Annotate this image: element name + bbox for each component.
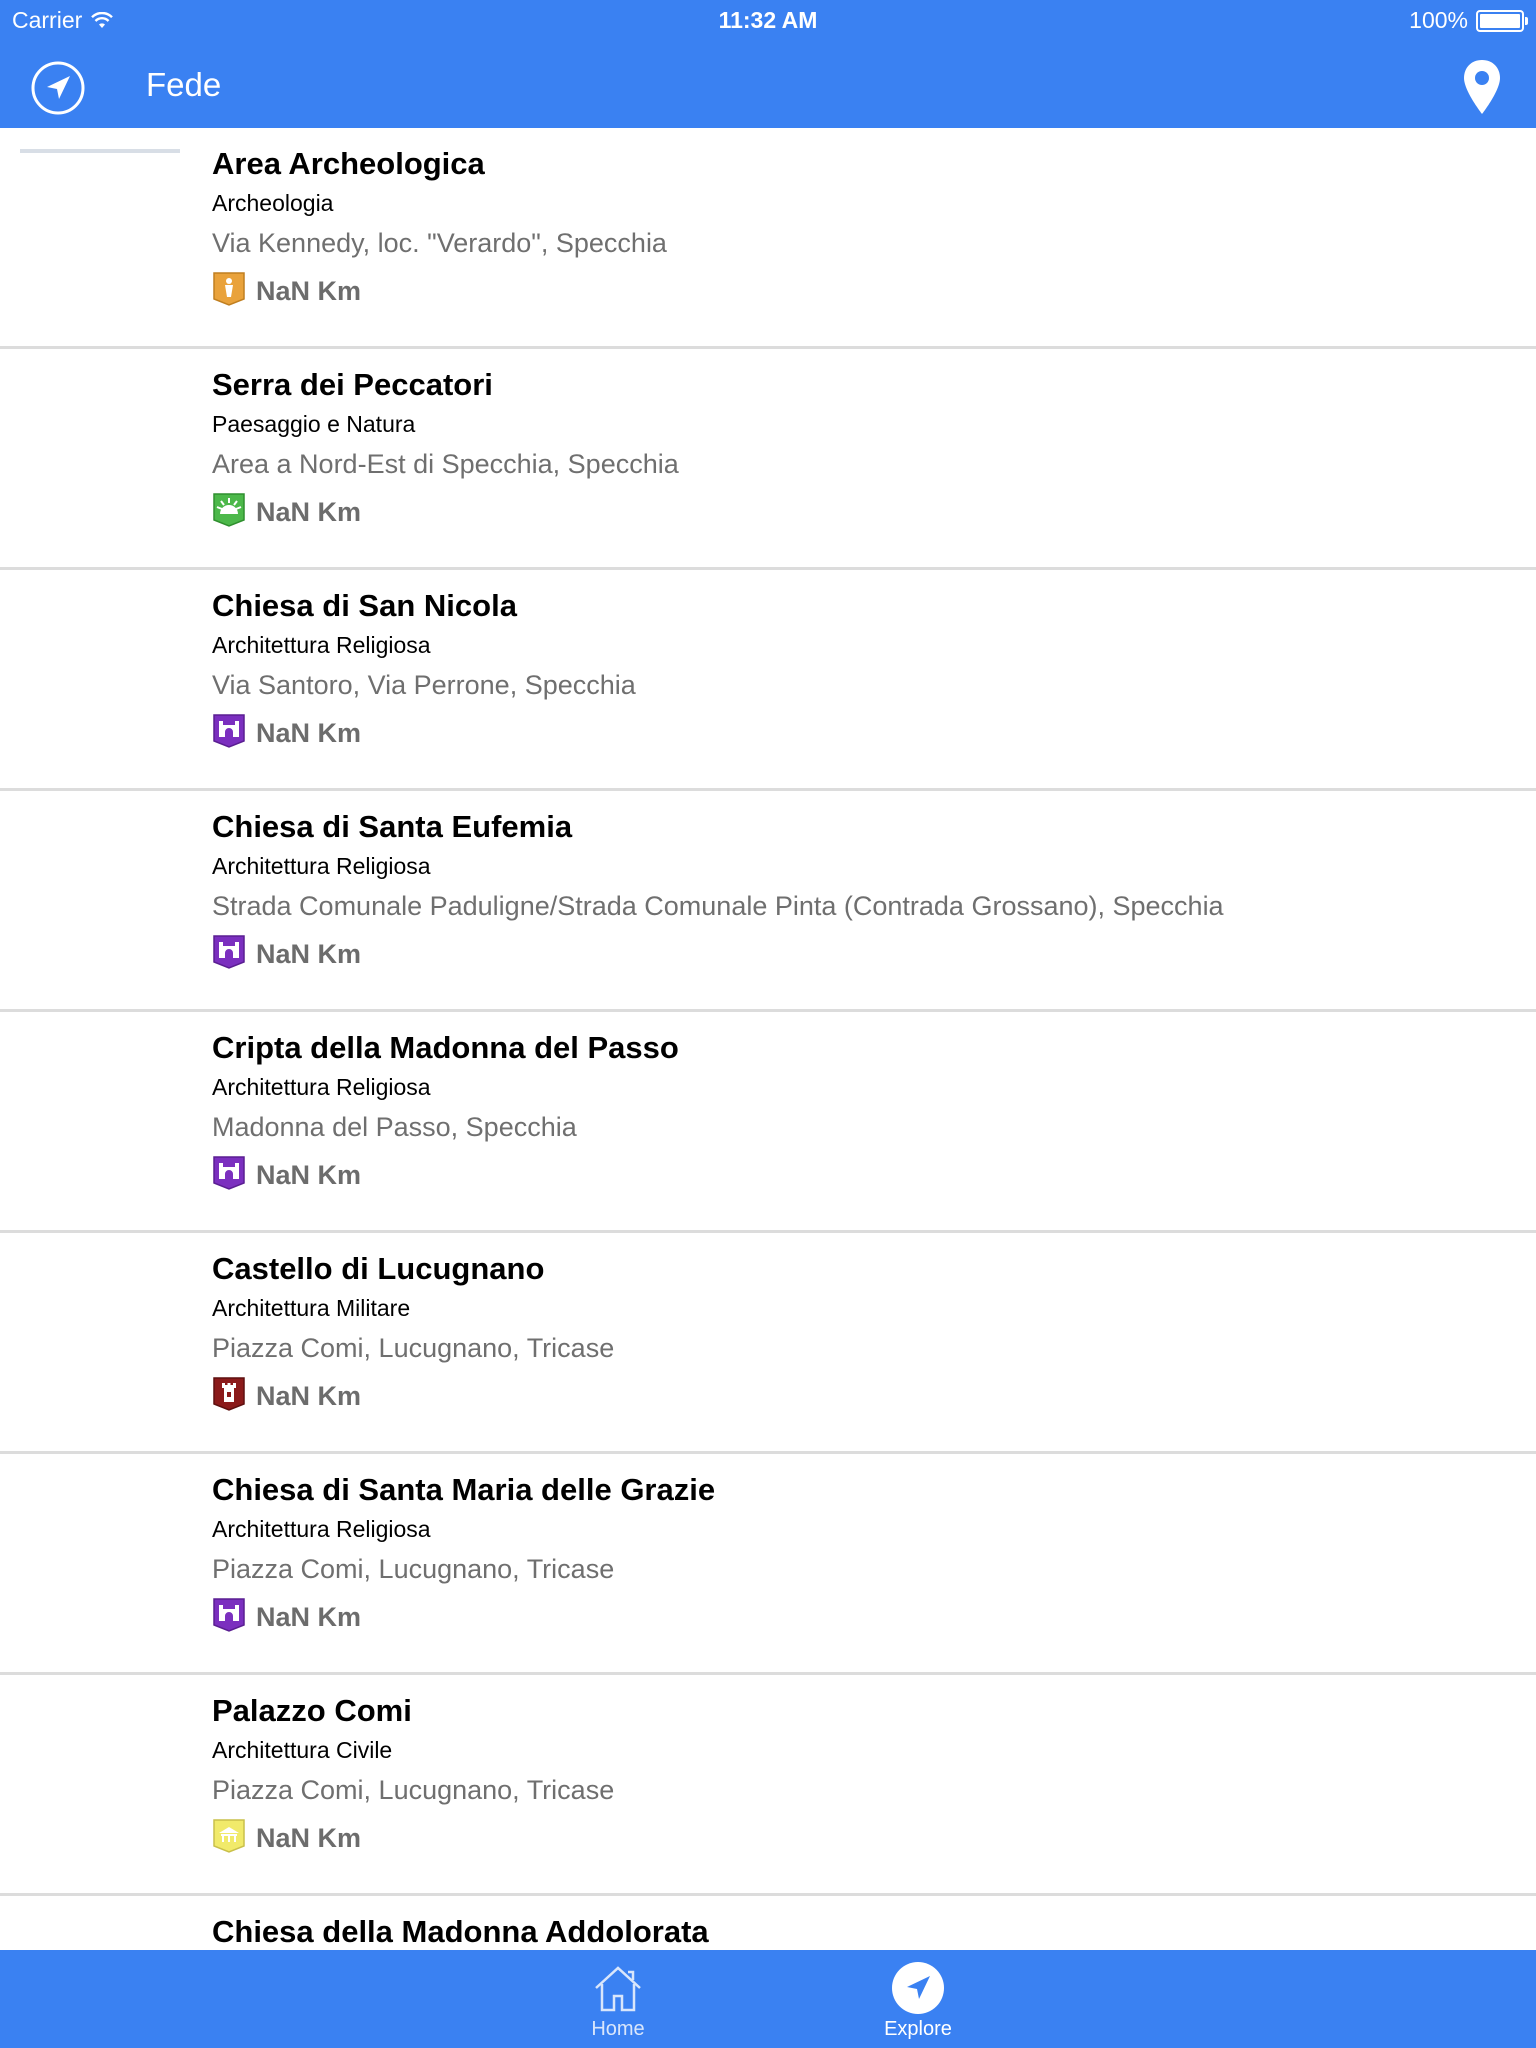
tab-home[interactable]: Home bbox=[558, 1950, 678, 2048]
explore-icon bbox=[892, 1962, 944, 2014]
place-title: Chiesa della Madonna Addolorata bbox=[212, 1914, 709, 1949]
civil-icon bbox=[213, 1818, 245, 1853]
list-item[interactable]: Chiesa di Santa Maria delle Grazie Archi… bbox=[0, 1454, 1536, 1675]
tab-bar: Home Explore bbox=[0, 1950, 1536, 2048]
place-category: Architettura Religiosa bbox=[212, 632, 431, 658]
place-address: Madonna del Passo, Specchia bbox=[212, 1112, 577, 1142]
distance-row: NaN Km bbox=[212, 1154, 361, 1191]
list-item[interactable]: Area Archeologica Archeologia Via Kenned… bbox=[0, 128, 1536, 349]
place-address: Piazza Comi, Lucugnano, Tricase bbox=[212, 1554, 615, 1584]
religious-icon bbox=[213, 1597, 245, 1632]
religious-icon bbox=[213, 1155, 245, 1190]
home-icon bbox=[595, 1966, 641, 2012]
tab-explore[interactable]: Explore bbox=[858, 1950, 978, 2048]
place-title: Castello di Lucugnano bbox=[212, 1251, 545, 1286]
place-address: Piazza Comi, Lucugnano, Tricase bbox=[212, 1775, 615, 1805]
top-bar: Carrier 11:32 AM 100% Fede bbox=[0, 0, 1536, 128]
tab-explore-label: Explore bbox=[884, 2018, 952, 2040]
distance-row: NaN Km bbox=[212, 1375, 361, 1412]
religious-icon bbox=[213, 934, 245, 969]
distance-label: NaN Km bbox=[256, 1602, 362, 1632]
list-item[interactable]: Castello di Lucugnano Architettura Milit… bbox=[0, 1233, 1536, 1454]
place-address: Via Kennedy, loc. "Verardo", Specchia bbox=[212, 228, 667, 258]
place-title: Chiesa di Santa Maria delle Grazie bbox=[212, 1472, 716, 1507]
battery-indicator: 100% bbox=[1409, 7, 1528, 34]
list-item[interactable]: Palazzo Comi Architettura Civile Piazza … bbox=[0, 1675, 1536, 1896]
distance-row: NaN Km bbox=[212, 1596, 361, 1633]
list-item[interactable]: Serra dei Peccatori Paesaggio e Natura A… bbox=[0, 349, 1536, 570]
place-address: Strada Comunale Paduligne/Strada Comunal… bbox=[212, 891, 1224, 921]
place-address: Via Santoro, Via Perrone, Specchia bbox=[212, 670, 636, 700]
archeology-icon bbox=[213, 271, 245, 306]
place-address: Area a Nord-Est di Specchia, Specchia bbox=[212, 449, 679, 479]
distance-label: NaN Km bbox=[256, 1160, 362, 1190]
battery-percent: 100% bbox=[1409, 7, 1468, 33]
nature-icon bbox=[213, 492, 245, 527]
place-category: Architettura Religiosa bbox=[212, 1516, 431, 1542]
place-title: Area Archeologica bbox=[212, 146, 485, 181]
distance-label: NaN Km bbox=[256, 718, 362, 748]
list-item[interactable]: Chiesa della Madonna Addolorata bbox=[0, 1896, 1536, 1950]
navigate-icon[interactable] bbox=[30, 60, 86, 116]
distance-label: NaN Km bbox=[256, 497, 362, 527]
place-category: Archeologia bbox=[212, 190, 334, 216]
place-title: Chiesa di Santa Eufemia bbox=[212, 809, 573, 844]
clock: 11:32 AM bbox=[718, 7, 818, 33]
distance-row: NaN Km bbox=[212, 270, 361, 307]
distance-row: NaN Km bbox=[212, 1817, 361, 1854]
place-category: Architettura Religiosa bbox=[212, 1074, 431, 1100]
castle-icon bbox=[213, 1376, 245, 1411]
places-list[interactable]: Area Archeologica Archeologia Via Kenned… bbox=[0, 128, 1536, 1950]
distance-label: NaN Km bbox=[256, 1823, 362, 1853]
list-item[interactable]: Cripta della Madonna del Passo Architett… bbox=[0, 1012, 1536, 1233]
status-bar: Carrier 11:32 AM 100% bbox=[0, 0, 1536, 40]
distance-label: NaN Km bbox=[256, 939, 362, 969]
page-title: Fede bbox=[146, 66, 222, 103]
place-category: Paesaggio e Natura bbox=[212, 411, 416, 437]
place-address: Piazza Comi, Lucugnano, Tricase bbox=[212, 1333, 615, 1363]
place-category: Architettura Militare bbox=[212, 1295, 411, 1321]
place-category: Architettura Civile bbox=[212, 1737, 393, 1763]
place-title: Serra dei Peccatori bbox=[212, 367, 493, 402]
list-item[interactable]: Chiesa di San Nicola Architettura Religi… bbox=[0, 570, 1536, 791]
religious-icon bbox=[213, 713, 245, 748]
place-category: Architettura Religiosa bbox=[212, 853, 431, 879]
distance-row: NaN Km bbox=[212, 933, 361, 970]
thumbnail-image bbox=[20, 149, 180, 153]
distance-label: NaN Km bbox=[256, 276, 362, 306]
tab-home-label: Home bbox=[591, 2018, 645, 2040]
battery-icon bbox=[1476, 9, 1528, 32]
distance-label: NaN Km bbox=[256, 1381, 362, 1411]
place-title: Chiesa di San Nicola bbox=[212, 588, 517, 623]
list-item[interactable]: Chiesa di Santa Eufemia Architettura Rel… bbox=[0, 791, 1536, 1012]
place-title: Cripta della Madonna del Passo bbox=[212, 1030, 679, 1065]
distance-row: NaN Km bbox=[212, 491, 361, 528]
place-title: Palazzo Comi bbox=[212, 1693, 412, 1728]
map-pin-icon[interactable] bbox=[1462, 58, 1502, 116]
distance-row: NaN Km bbox=[212, 712, 361, 749]
